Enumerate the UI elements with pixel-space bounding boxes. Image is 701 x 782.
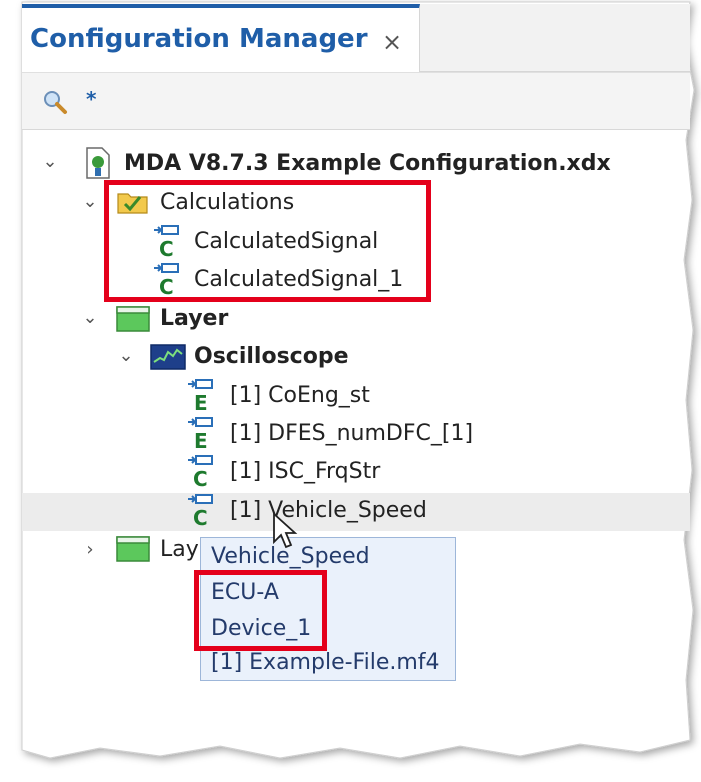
mouse-cursor-icon — [273, 512, 298, 549]
chevron-down-icon[interactable]: ⌄ — [116, 346, 136, 366]
svg-text:E: E — [194, 391, 208, 412]
oscilloscope-icon — [150, 344, 186, 370]
tabstrip-background — [420, 4, 690, 72]
signal-dfes-numdfc[interactable]: [1] DFES_numDFC_[1] — [230, 416, 473, 452]
close-icon[interactable]: × — [382, 28, 402, 56]
filter-text[interactable]: * — [86, 87, 96, 111]
tooltip-device: Device_1 — [211, 616, 312, 641]
tree-item-oscilloscope[interactable]: Oscilloscope — [194, 339, 349, 375]
tooltip-ecu: ECU-A — [211, 580, 279, 605]
layer-icon — [116, 536, 150, 562]
ecu-signal-icon: E — [188, 379, 213, 412]
tab-configuration-manager[interactable]: Configuration Manager × — [22, 4, 420, 72]
signal-coeng-st[interactable]: [1] CoEng_st — [230, 378, 370, 414]
layer-icon — [116, 306, 150, 332]
svg-text:C: C — [193, 506, 208, 527]
chevron-down-icon[interactable]: ⌄ — [80, 192, 100, 212]
tree-item-calculations[interactable]: Calculations — [160, 185, 294, 221]
tooltip-file: [1] Example-File.mf4 — [211, 650, 440, 675]
signal-tooltip: Vehicle_Speed ECU-A Device_1 [1] Example… — [200, 537, 456, 681]
svg-text:C: C — [159, 275, 174, 296]
chevron-down-icon[interactable]: ⌄ — [80, 308, 100, 328]
signal-vehicle-speed[interactable]: [1] Vehicle_Speed — [230, 493, 427, 529]
svg-text:E: E — [194, 429, 208, 450]
calculated-signal-icon: C — [188, 455, 213, 488]
svg-text:C: C — [159, 237, 174, 258]
tree-item-layer-2[interactable]: Lay — [160, 532, 199, 568]
tree-root-label[interactable]: MDA V8.7.3 Example Configuration.xdx — [124, 146, 611, 182]
calculated-signal-icon: C — [154, 225, 179, 258]
tab-title: Configuration Manager — [30, 24, 368, 54]
chevron-down-icon[interactable]: ⌄ — [40, 152, 60, 172]
folder-icon — [117, 193, 148, 214]
calculated-signal-icon: C — [154, 263, 179, 296]
tree-item-layer[interactable]: Layer — [160, 301, 228, 337]
svg-text:C: C — [193, 467, 208, 488]
filter-toolbar: * — [22, 72, 690, 130]
tree-item-calculated-signal-1[interactable]: CalculatedSignal_1 — [194, 262, 403, 298]
ecu-signal-icon: E — [188, 417, 213, 450]
search-icon[interactable] — [42, 89, 68, 115]
document-icon — [86, 147, 110, 179]
calculated-signal-icon: C — [188, 494, 213, 527]
tree-item-calculated-signal[interactable]: CalculatedSignal — [194, 224, 378, 260]
signal-isc-frqstr[interactable]: [1] ISC_FrqStr — [230, 454, 380, 490]
chevron-right-icon[interactable]: › — [80, 540, 100, 560]
